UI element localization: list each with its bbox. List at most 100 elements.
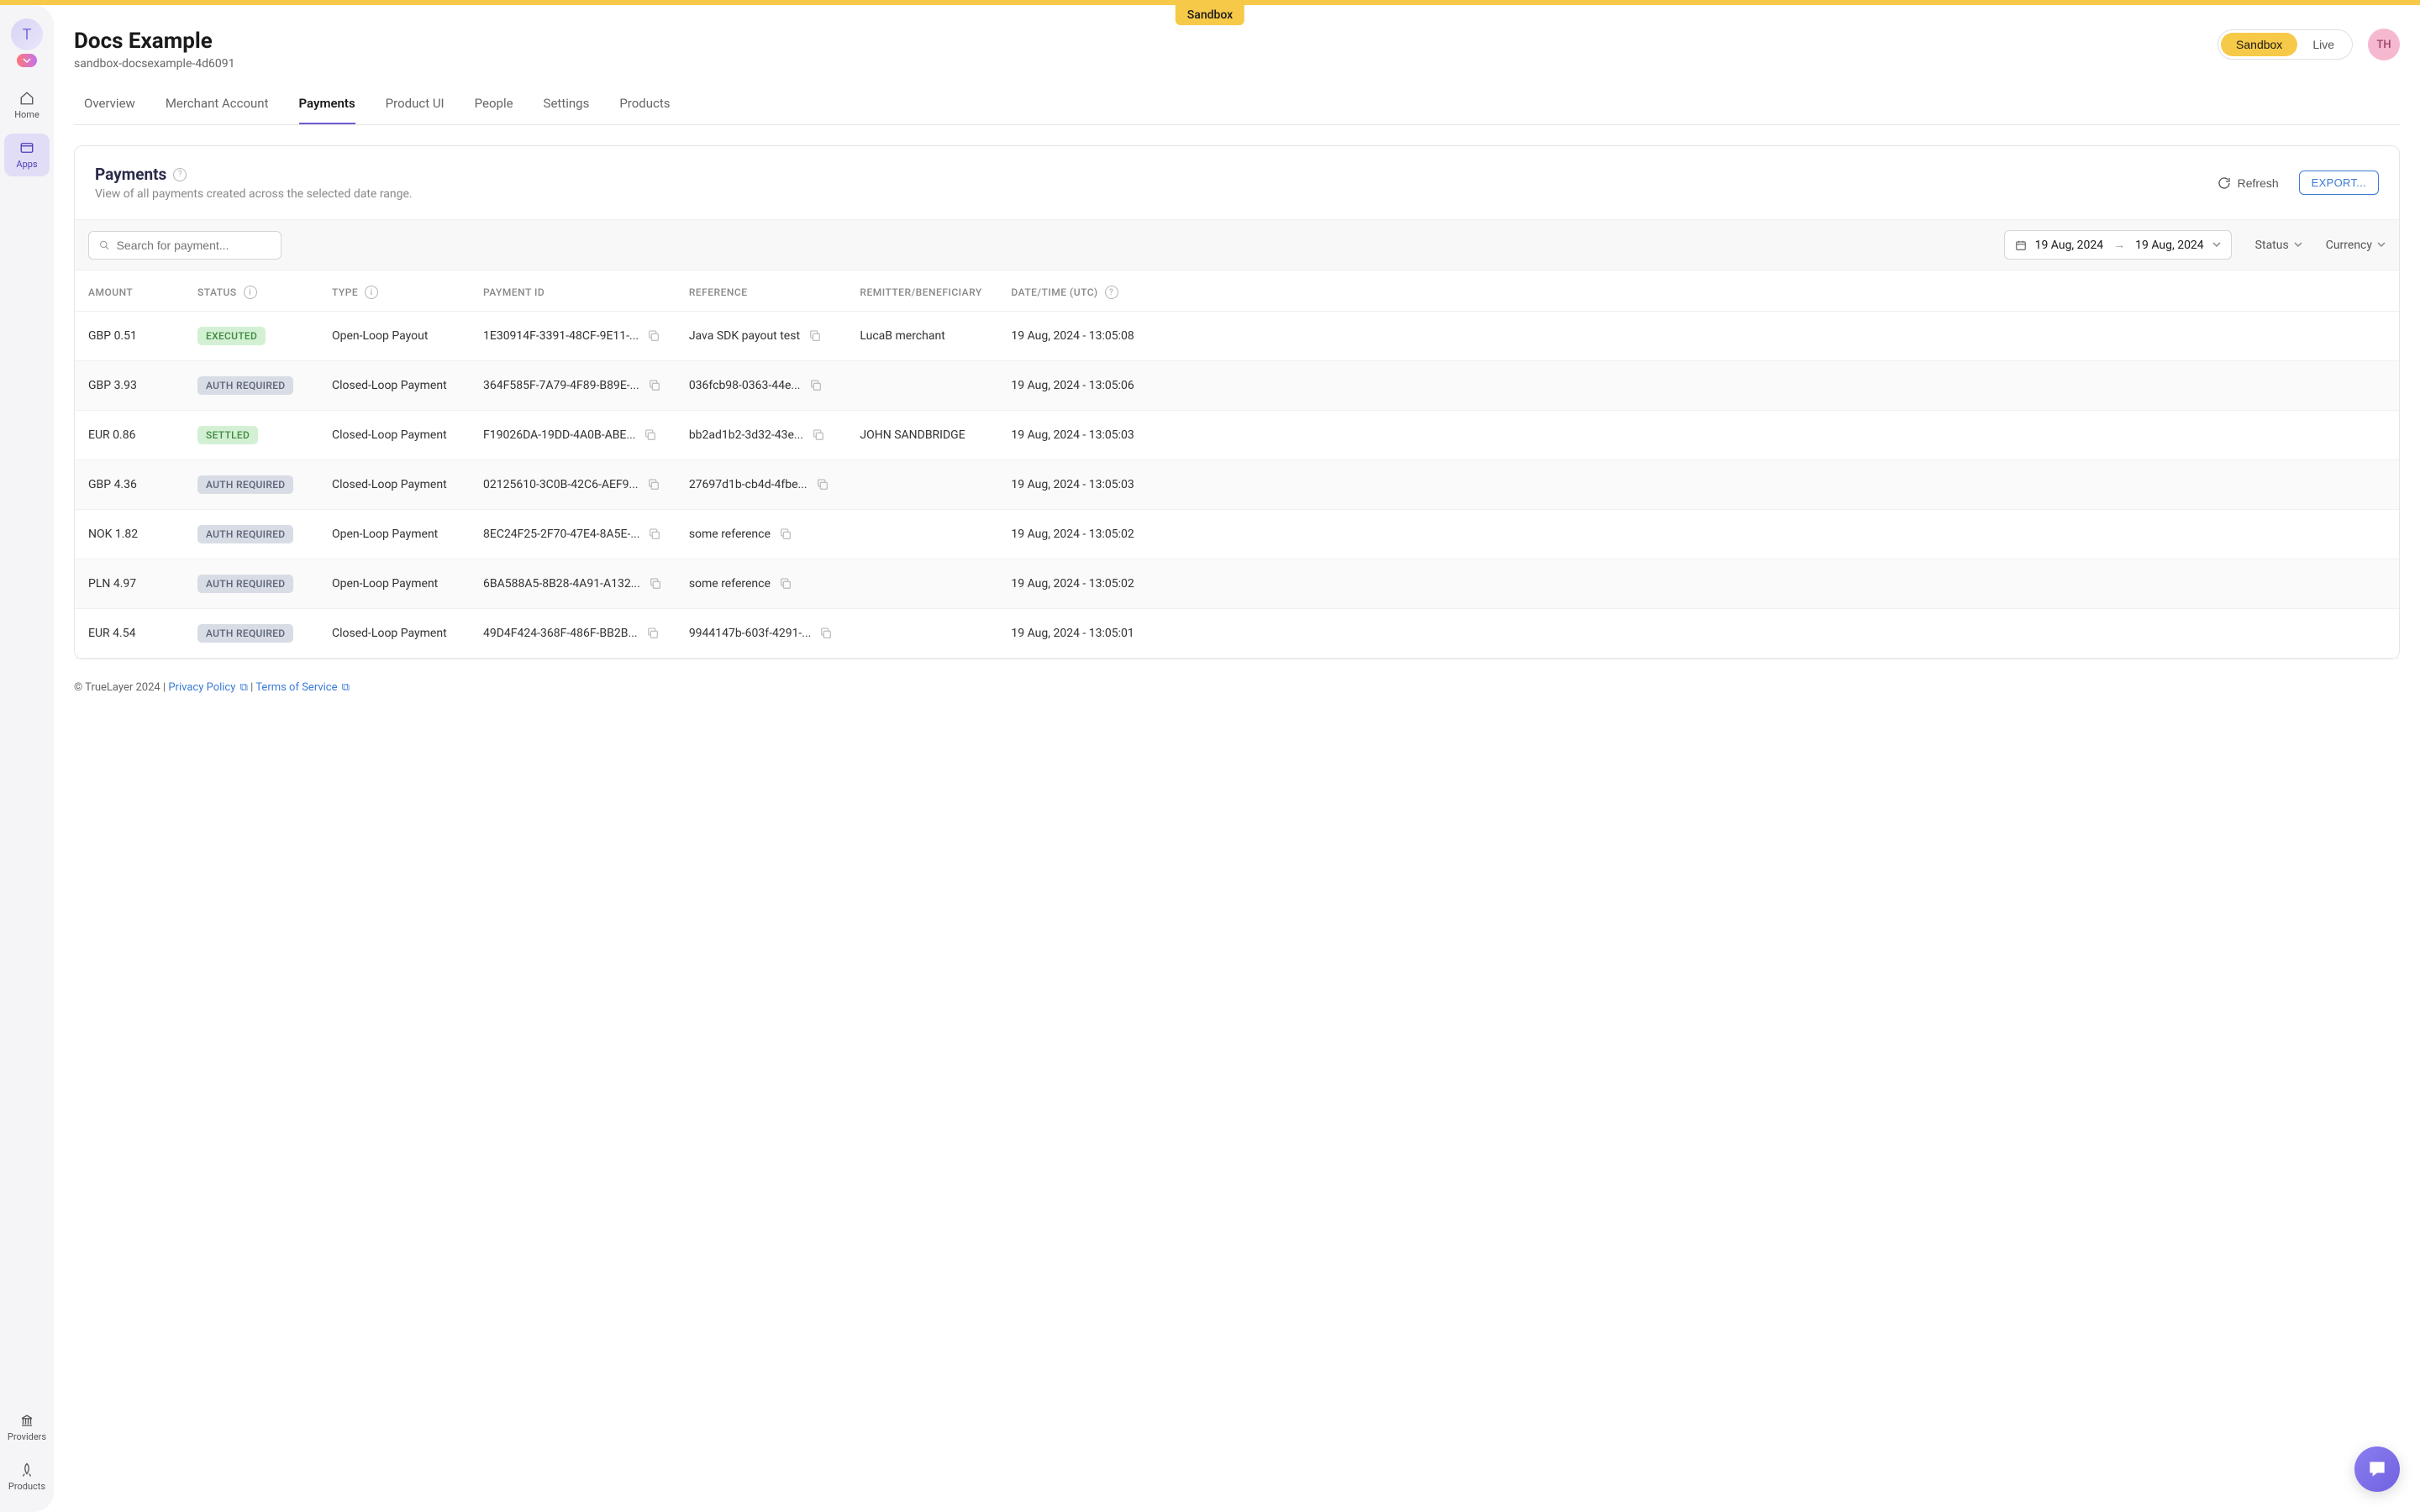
cell-reference: some reference <box>676 510 847 559</box>
cell-payment-id: 1E30914F-3391-48CF-9E11-... <box>470 312 676 361</box>
copy-icon[interactable] <box>812 428 825 442</box>
tab-payments[interactable]: Payments <box>299 84 355 124</box>
main-content: Docs Example sandbox-docsexample-4d6091 … <box>54 5 2420 1512</box>
environment-toggle: Sandbox Live <box>2217 29 2353 60</box>
sidebar-item-products[interactable]: Products <box>4 1456 50 1499</box>
tab-people[interactable]: People <box>475 84 513 124</box>
copy-icon[interactable] <box>646 627 660 640</box>
copy-icon[interactable] <box>647 478 660 491</box>
col-reference: REFERENCE <box>676 270 847 312</box>
sidebar-item-providers[interactable]: Providers <box>4 1406 50 1449</box>
cell-datetime: 19 Aug, 2024 - 13:05:08 <box>997 312 2399 361</box>
cell-status: AUTH REQUIRED <box>184 510 318 559</box>
status-badge: AUTH REQUIRED <box>197 376 293 395</box>
status-badge: AUTH REQUIRED <box>197 575 293 593</box>
cell-datetime: 19 Aug, 2024 - 13:05:03 <box>997 411 2399 460</box>
chevron-down-icon <box>2212 240 2221 249</box>
copy-icon[interactable] <box>808 329 822 343</box>
table-row[interactable]: EUR 4.54AUTH REQUIREDClosed-Loop Payment… <box>75 609 2399 659</box>
date-range-selector[interactable]: 19 Aug, 2024 → 19 Aug, 2024 <box>2004 230 2232 260</box>
col-type: TYPEi <box>318 270 470 312</box>
org-avatar[interactable]: T <box>11 18 43 50</box>
table-row[interactable]: GBP 3.93AUTH REQUIREDClosed-Loop Payment… <box>75 361 2399 411</box>
cell-remitter <box>846 559 997 609</box>
terms-link[interactable]: Terms of Service ⧉ <box>255 681 350 694</box>
sidebar-item-label: Apps <box>16 159 37 170</box>
table-row[interactable]: GBP 4.36AUTH REQUIREDClosed-Loop Payment… <box>75 460 2399 510</box>
table-row[interactable]: EUR 0.86SETTLEDClosed-Loop PaymentF19026… <box>75 411 2399 460</box>
table-row[interactable]: PLN 4.97AUTH REQUIREDOpen-Loop Payment6B… <box>75 559 2399 609</box>
tab-products[interactable]: Products <box>619 84 670 124</box>
currency-filter-label: Currency <box>2326 239 2372 252</box>
cell-status: AUTH REQUIRED <box>184 559 318 609</box>
info-icon[interactable]: i <box>365 286 378 299</box>
external-link-icon: ⧉ <box>342 681 350 694</box>
chat-icon <box>2366 1458 2388 1480</box>
tab-overview[interactable]: Overview <box>84 84 135 124</box>
cell-amount: PLN 4.97 <box>75 559 184 609</box>
rocket-icon <box>19 1462 34 1478</box>
copy-icon[interactable] <box>647 329 660 343</box>
table-row[interactable]: NOK 1.82AUTH REQUIREDOpen-Loop Payment8E… <box>75 510 2399 559</box>
copy-icon[interactable] <box>644 428 657 442</box>
env-sandbox-button[interactable]: Sandbox <box>2221 33 2297 56</box>
help-icon[interactable]: ? <box>173 168 187 181</box>
cell-reference: some reference <box>676 559 847 609</box>
sidebar-item-label: Providers <box>8 1431 46 1442</box>
page-subtitle: sandbox-docsexample-4d6091 <box>74 57 234 71</box>
table-row[interactable]: GBP 0.51 EXECUTED Open-Loop Payout1E30914F… <box>75 312 2399 361</box>
cell-datetime: 19 Aug, 2024 - 13:05:01 <box>997 609 2399 659</box>
tab-merchant-account[interactable]: Merchant Account <box>166 84 269 124</box>
copy-icon[interactable] <box>649 577 662 591</box>
external-link-icon: ⧉ <box>240 681 248 694</box>
info-icon[interactable]: i <box>244 286 257 299</box>
help-icon[interactable]: ? <box>1105 286 1118 299</box>
cell-reference: bb2ad1b2-3d32-43e... <box>676 411 847 460</box>
copy-icon[interactable] <box>816 478 829 491</box>
chat-widget[interactable] <box>2354 1446 2400 1492</box>
search-input-wrapper <box>88 231 281 260</box>
cell-payment-id: 8EC24F25-2F70-47E4-8A5E-... <box>470 510 676 559</box>
home-icon <box>19 91 34 106</box>
status-badge: SETTLED <box>197 426 258 444</box>
cell-datetime: 19 Aug, 2024 - 13:05:03 <box>997 460 2399 510</box>
cell-status: AUTH REQUIRED <box>184 609 318 659</box>
panel-title: Payments <box>95 165 166 184</box>
export-button[interactable]: EXPORT... <box>2299 171 2379 195</box>
env-live-button[interactable]: Live <box>2297 33 2349 56</box>
cell-status: AUTH REQUIRED <box>184 361 318 411</box>
payments-panel: Payments ? View of all payments created … <box>74 145 2400 659</box>
currency-filter[interactable]: Currency <box>2326 239 2386 252</box>
sidebar: T Home Apps Providers Products <box>0 5 54 1512</box>
search-icon <box>99 239 110 251</box>
cell-remitter <box>846 510 997 559</box>
col-status: STATUSi <box>184 270 318 312</box>
cell-remitter <box>846 361 997 411</box>
copy-icon[interactable] <box>779 577 792 591</box>
copy-icon[interactable] <box>819 627 833 640</box>
status-badge: EXECUTED <box>197 327 266 345</box>
tab-product-ui[interactable]: Product UI <box>386 84 445 124</box>
tab-settings[interactable]: Settings <box>544 84 590 124</box>
copy-icon[interactable] <box>648 379 661 392</box>
col-payment-id: PAYMENT ID <box>470 270 676 312</box>
copy-icon[interactable] <box>809 379 823 392</box>
cell-datetime: 19 Aug, 2024 - 13:05:06 <box>997 361 2399 411</box>
refresh-button[interactable]: Refresh <box>2217 176 2279 190</box>
cell-reference: 036fcb98-0363-44e... <box>676 361 847 411</box>
user-avatar[interactable]: TH <box>2368 29 2400 60</box>
col-remitter: REMITTER/BENEFICIARY <box>846 270 997 312</box>
cell-amount: GBP 0.51 <box>75 312 184 361</box>
copy-icon[interactable] <box>648 528 661 541</box>
org-switcher[interactable] <box>17 54 37 67</box>
privacy-link[interactable]: Privacy Policy ⧉ <box>168 681 248 694</box>
copy-icon[interactable] <box>779 528 792 541</box>
chevron-down-icon <box>2377 240 2386 249</box>
search-input[interactable] <box>117 239 271 252</box>
status-filter[interactable]: Status <box>2255 239 2302 252</box>
sidebar-item-home[interactable]: Home <box>4 84 50 127</box>
tab-bar: Overview Merchant Account Payments Produ… <box>74 84 2400 125</box>
cell-type: Open-Loop Payout <box>318 312 470 361</box>
cell-type: Closed-Loop Payment <box>318 460 470 510</box>
sidebar-item-apps[interactable]: Apps <box>4 134 50 176</box>
